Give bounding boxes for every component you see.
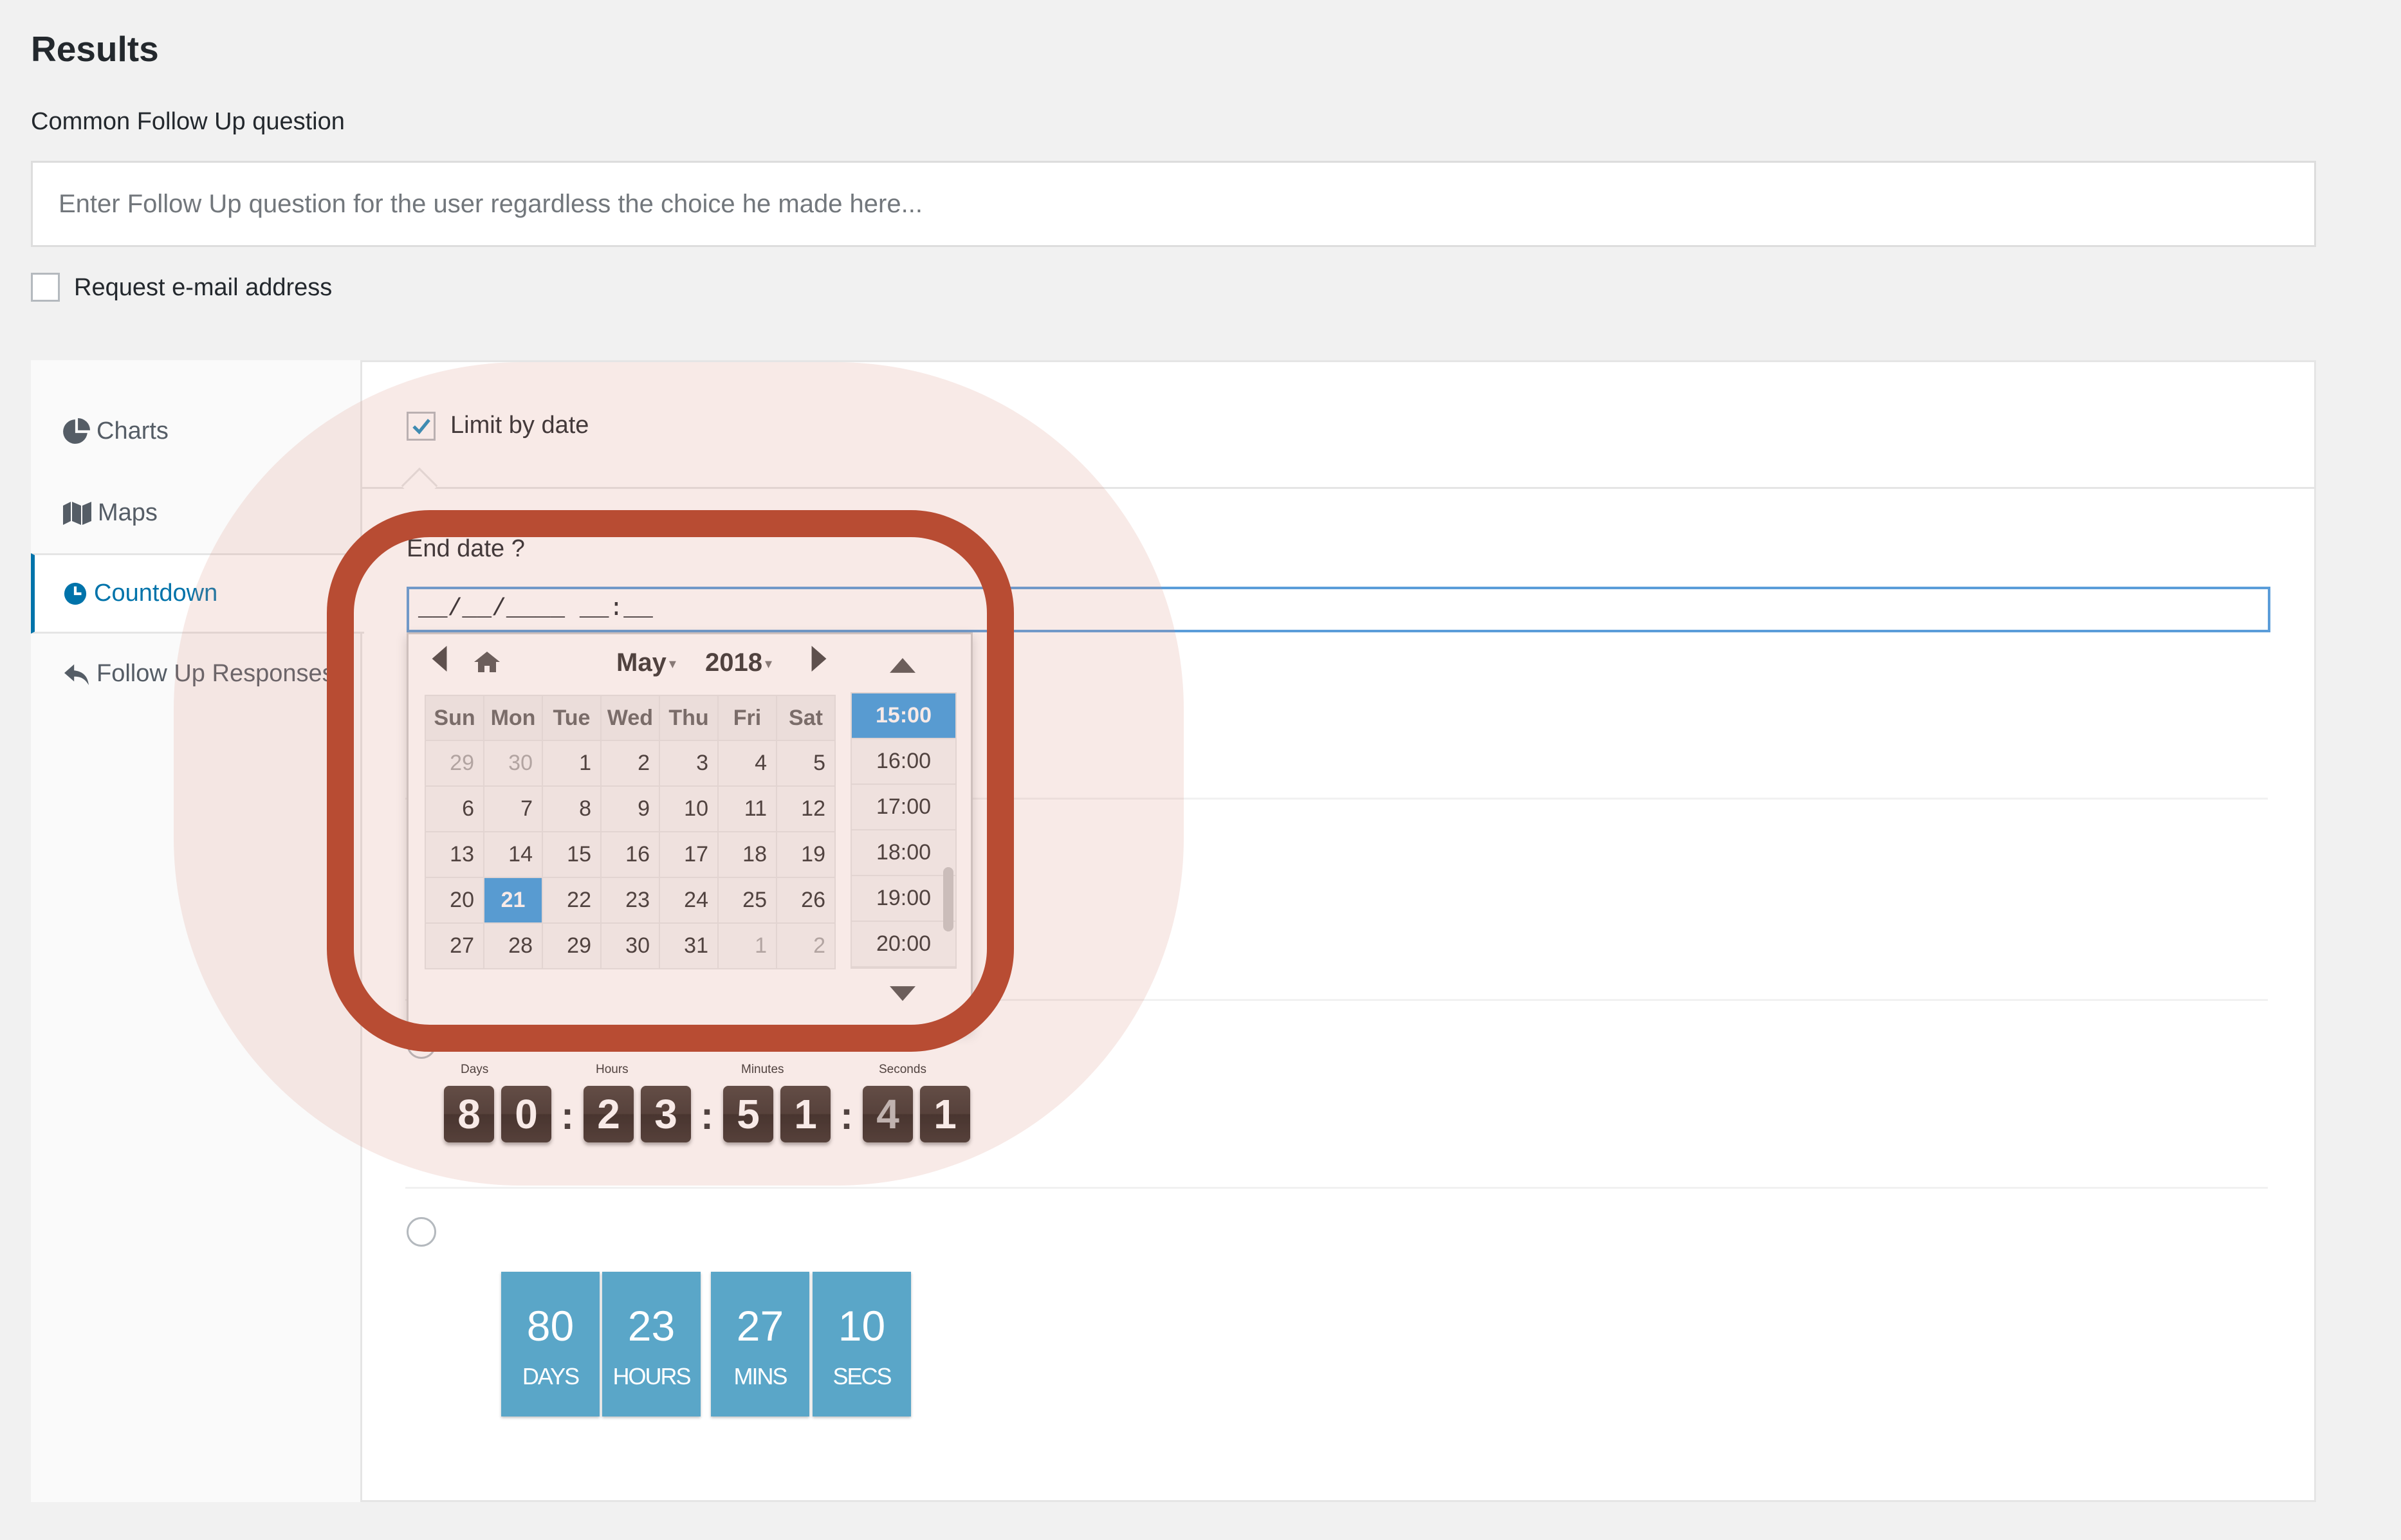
countdown-box-mins: 27 MINS	[711, 1272, 809, 1416]
countdown-box-hours: 23 HOURS	[602, 1272, 701, 1416]
page-title: Results	[31, 29, 159, 69]
countdown-box-secs: 10 SECS	[813, 1272, 911, 1416]
countdown-box-unit: DAYS	[522, 1363, 580, 1389]
countdown-box-value: 27	[736, 1302, 784, 1350]
highlight-ring	[327, 510, 1014, 1052]
request-email-label: Request e-mail address	[74, 274, 333, 301]
countdown-box-days: 80 DAYS	[501, 1272, 600, 1416]
pie-chart-icon	[63, 417, 90, 444]
countdown-box-unit: SECS	[833, 1363, 892, 1389]
reply-icon	[64, 664, 89, 685]
sidebar-item-label: Maps	[98, 499, 158, 526]
countdown-style-radio-boxes[interactable]	[407, 1217, 436, 1247]
sidebar-item-label: Charts	[97, 417, 169, 445]
countdown-box-unit: HOURS	[612, 1363, 691, 1389]
countdown-box-value: 10	[838, 1302, 886, 1350]
request-email-checkbox[interactable]	[31, 273, 60, 302]
clock-icon	[64, 582, 87, 605]
row-divider	[405, 1187, 2268, 1189]
countdown-box-value: 80	[526, 1302, 575, 1350]
follow-up-input[interactable]: Enter Follow Up question for the user re…	[31, 161, 2316, 247]
countdown-box-unit: MINS	[733, 1363, 788, 1389]
countdown-box-value: 23	[627, 1302, 676, 1350]
follow-up-label: Common Follow Up question	[31, 108, 345, 135]
map-icon	[63, 501, 91, 525]
